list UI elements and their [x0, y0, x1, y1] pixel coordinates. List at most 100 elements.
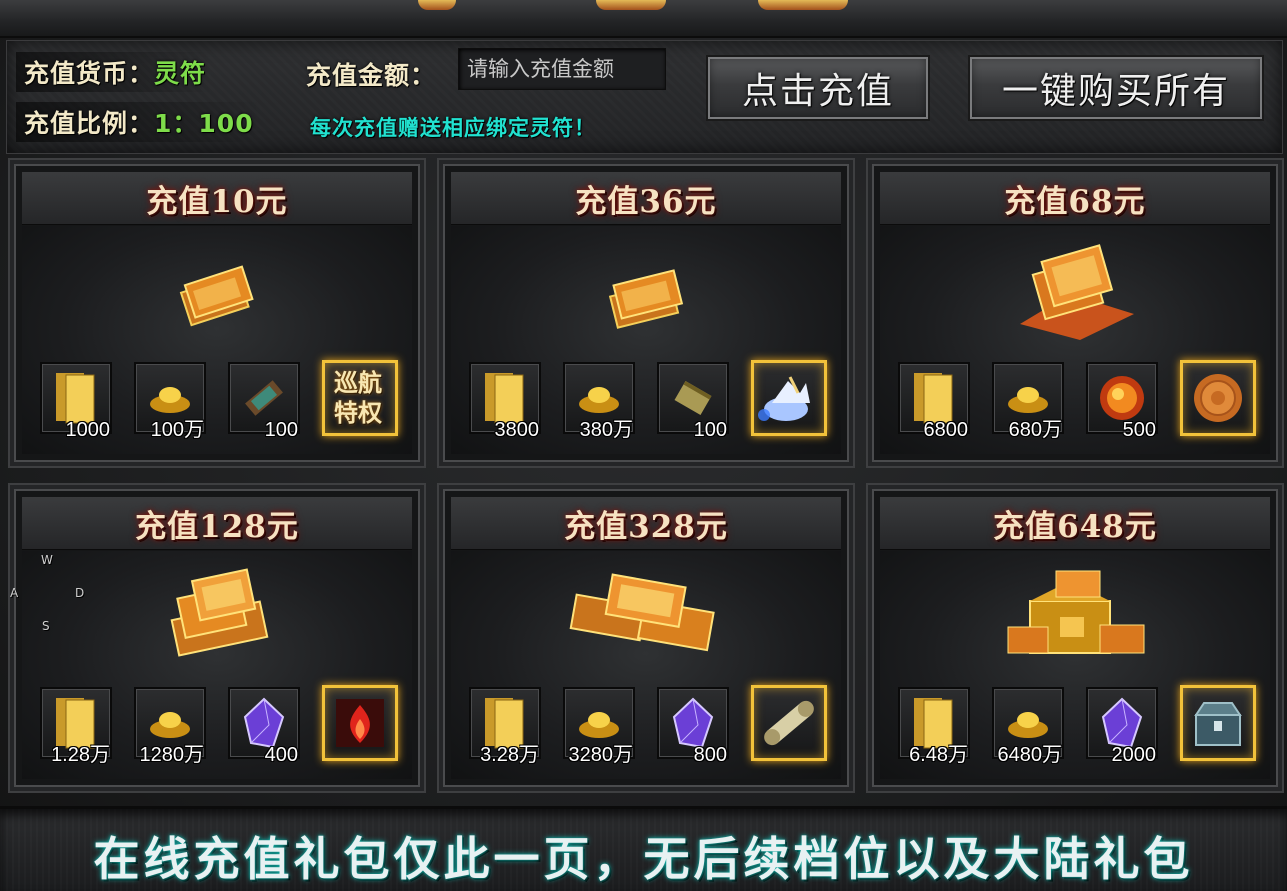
reward-slot[interactable]: 3280万 — [563, 687, 635, 766]
reward-qty: 800 — [693, 744, 727, 766]
reward-slot[interactable]: 3.28万 — [469, 687, 541, 766]
gold-ingot-icon — [150, 712, 190, 738]
banner-ornament — [596, 0, 666, 10]
reward-qty: 400 — [264, 744, 298, 766]
featured-reward-slot[interactable]: 巡航特权 — [322, 360, 398, 436]
reward-qty: 3800 — [494, 419, 540, 441]
lingfu-bundle-icon — [569, 573, 715, 652]
reward-slot[interactable]: 1280万 — [134, 687, 206, 766]
featured-reward-slot[interactable] — [1180, 685, 1256, 761]
key-w-label: W — [41, 553, 53, 567]
treasure-hoard-icon — [1007, 570, 1145, 654]
pack-card-328: 充值328元 3.28万 3280万 800 — [437, 483, 855, 793]
reward-slot[interactable]: 1000 — [40, 362, 112, 441]
mount-icon — [758, 376, 810, 421]
key-a-label: A — [10, 586, 19, 600]
reward-qty: 1280万 — [139, 744, 205, 766]
gold-ingot-icon — [150, 387, 190, 413]
old-scroll-icon — [674, 380, 712, 416]
reward-qty: 3280万 — [568, 744, 634, 766]
reward-qty: 1000 — [65, 419, 111, 441]
reward-slot[interactable]: 400 — [228, 687, 300, 766]
bonus-note: 每次充值赠送相应绑定灵符！ — [310, 116, 596, 140]
featured-reward-slot[interactable] — [751, 685, 827, 761]
gold-ingot-icon — [579, 712, 619, 738]
reward-row: 3800 380万 100 — [469, 360, 829, 441]
reward-qty: 3.28万 — [480, 744, 539, 766]
reward-qty: 6800 — [923, 419, 969, 441]
reward-slot[interactable]: 3800 — [469, 362, 541, 441]
top-banner — [0, 0, 1287, 38]
reward-slot[interactable]: 2000 — [1086, 687, 1158, 766]
reward-slot[interactable]: 680万 — [992, 362, 1064, 441]
pack-title: 充值648元 — [880, 497, 1270, 550]
reward-slot[interactable]: 100 — [657, 362, 729, 441]
featured-reward-slot[interactable] — [1180, 360, 1256, 436]
reward-row: 6.48万 6480万 2000 — [898, 685, 1258, 766]
pack-card-128: 充值128元 1.28万 1280万 400 — [8, 483, 426, 793]
gold-ingot-icon — [1008, 387, 1048, 413]
pack-card-36: 充值36元 3800 380万 100 — [437, 158, 855, 468]
reward-slot[interactable]: 500 — [1086, 362, 1158, 441]
reward-slot[interactable]: 1.28万 — [40, 687, 112, 766]
recharge-button[interactable]: 点击充值 — [706, 55, 930, 121]
reward-slot[interactable]: 380万 — [563, 362, 635, 441]
footer-text: 在线充值礼包仅此一页，无后续档位以及大陆礼包 — [93, 832, 1194, 886]
ratio-row: 充值比例：1：100 — [16, 102, 262, 142]
key-d-label: D — [75, 586, 85, 600]
reward-qty: 100 — [693, 419, 727, 441]
pack-title: 充值10元 — [22, 172, 412, 225]
reward-qty: 100 — [264, 419, 298, 441]
pack-title: 充值36元 — [451, 172, 841, 225]
reward-slot[interactable]: 800 — [657, 687, 729, 766]
reward-row: 3.28万 3280万 800 — [469, 685, 829, 766]
reward-qty: 2000 — [1111, 744, 1157, 766]
featured-reward-slot[interactable] — [751, 360, 827, 436]
reward-qty: 6480万 — [997, 744, 1063, 766]
cruise-privilege-icon: 巡航特权 — [334, 368, 382, 427]
key-s-label: S — [42, 619, 50, 633]
reward-slot[interactable]: 6480万 — [992, 687, 1064, 766]
currency-row: 充值货币：灵符 — [16, 52, 215, 92]
mooncake-icon — [1194, 374, 1242, 422]
flame-icon — [336, 699, 384, 747]
reward-slot[interactable]: 6.48万 — [898, 687, 970, 766]
pack-card-68: 充值68元 6800 680万 500 — [866, 158, 1284, 468]
crystal-icon — [672, 697, 714, 749]
reward-row: 6800 680万 500 — [898, 360, 1258, 441]
reward-row: 1000 100万 100 巡航特权 — [40, 360, 400, 441]
featured-reward-slot[interactable] — [322, 685, 398, 761]
ratio-value: 1：100 — [154, 109, 254, 138]
currency-value: 灵符 — [154, 59, 207, 88]
reward-slot[interactable]: 100 — [228, 362, 300, 441]
lingfu-bundle-icon — [179, 265, 254, 327]
ratio-label: 充值比例： — [24, 109, 155, 138]
pack-title: 充值68元 — [880, 172, 1270, 225]
currency-label: 充值货币： — [24, 59, 155, 88]
pack-card-10: 充值10元 1000 100万 100 巡航特权 — [8, 158, 426, 468]
pack-title: 充值128元 — [22, 497, 412, 550]
gold-ingot-icon — [1008, 712, 1048, 738]
reward-qty: 1.28万 — [51, 744, 110, 766]
fire-orb-icon — [1100, 376, 1144, 420]
amount-label: 充值金额： — [306, 61, 437, 90]
lingfu-bundle-icon — [608, 269, 684, 329]
amount-input[interactable] — [458, 48, 666, 90]
crystal-icon — [243, 697, 285, 749]
reward-slot[interactable]: 6800 — [898, 362, 970, 441]
scroll-icon — [245, 380, 283, 416]
reward-qty: 380万 — [579, 419, 633, 441]
reward-slot[interactable]: 100万 — [134, 362, 206, 441]
banner-ornament — [758, 0, 848, 10]
reward-row: 1.28万 1280万 400 — [40, 685, 400, 766]
reward-qty: 680万 — [1008, 419, 1062, 441]
banner-ornament — [418, 0, 456, 10]
rolled-scroll-icon — [764, 700, 814, 746]
crystal-icon — [1101, 697, 1143, 749]
lingfu-bundle-icon — [1020, 244, 1134, 340]
reward-qty: 6.48万 — [909, 744, 968, 766]
gold-ingot-icon — [579, 387, 619, 413]
buy-all-button[interactable]: 一键购买所有 — [968, 55, 1264, 121]
treasure-chest-icon — [1194, 702, 1242, 746]
reward-qty: 100万 — [150, 419, 204, 441]
